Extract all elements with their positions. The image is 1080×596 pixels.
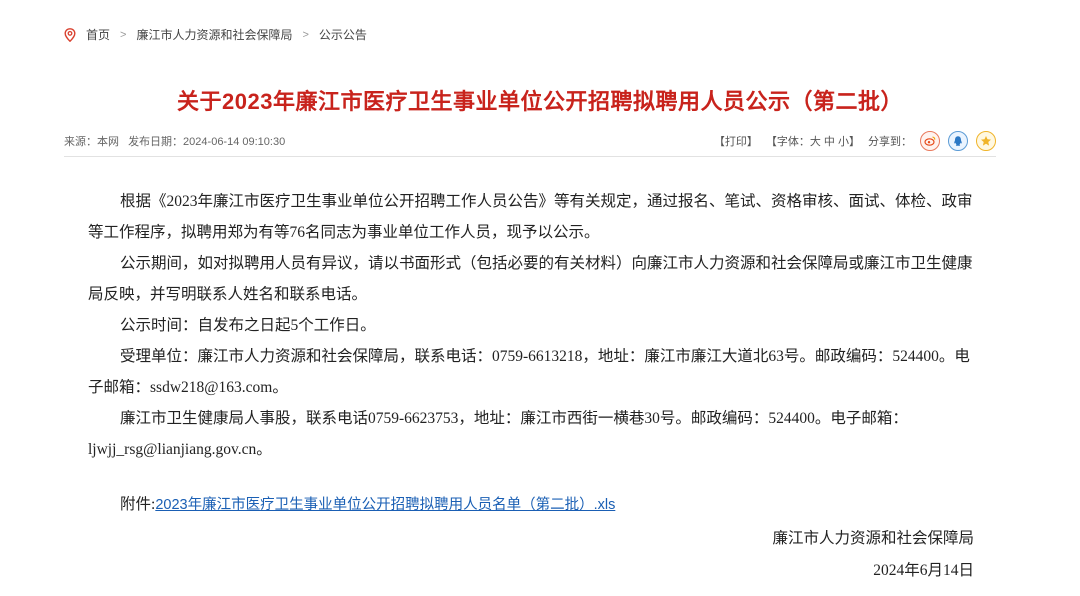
breadcrumb-bureau-link[interactable]: 廉江市人力资源和社会保障局 (136, 26, 292, 43)
signature-date: 2024年6月14日 (873, 562, 974, 579)
qq-icon[interactable] (948, 131, 968, 151)
attachment-label: 附件: (120, 496, 156, 513)
print-button[interactable]: 【打印】 (714, 133, 758, 149)
share-label: 分享到： (868, 136, 912, 148)
article-date: 发布日期：2024-06-14 09:10:30 (128, 136, 286, 148)
breadcrumb-notice-link[interactable]: 公示公告 (319, 26, 367, 43)
article-tools: 【打印】 【字体：大 中 小】 分享到： (706, 131, 996, 151)
article-meta-info: 来源：本网 发布日期：2024-06-14 09:10:30 (64, 133, 291, 149)
weibo-icon[interactable] (920, 131, 940, 151)
location-pin-icon (64, 27, 76, 42)
attachment-line: 附件:2023年廉江市医疗卫生事业单位公开招聘拟聘用人员名单（第二批）.xls (88, 489, 978, 521)
font-size-control[interactable]: 【字体：大 中 小】 (766, 133, 860, 149)
article-paragraph: 廉江市卫生健康局人事股，联系电话0759-6623753，地址：廉江市西街一横巷… (88, 410, 908, 458)
breadcrumb-separator-icon: > (302, 28, 309, 41)
favorite-icon[interactable] (976, 131, 996, 151)
attachment-link[interactable]: 2023年廉江市医疗卫生事业单位公开招聘拟聘用人员名单（第二批）.xls (155, 497, 615, 513)
article-paragraph: 公示时间：自发布之日起5个工作日。 (120, 317, 376, 334)
article-paragraph: 受理单位：廉江市人力资源和社会保障局，联系电话：0759-6613218，地址：… (88, 348, 970, 396)
article-meta-bar: 来源：本网 发布日期：2024-06-14 09:10:30 【打印】 【字体：… (64, 126, 996, 157)
breadcrumb-separator-icon: > (120, 28, 127, 41)
breadcrumb-home-link[interactable]: 首页 (86, 26, 110, 43)
article-body: 根据《2023年廉江市医疗卫生事业单位公开招聘工作人员公告》等有关规定，通过报名… (88, 186, 978, 521)
article-paragraph: 根据《2023年廉江市医疗卫生事业单位公开招聘工作人员公告》等有关规定，通过报名… (88, 193, 973, 241)
page-title: 关于2023年廉江市医疗卫生事业单位公开招聘拟聘用人员公示（第二批） (177, 89, 903, 114)
article-source: 来源：本网 (64, 136, 119, 148)
breadcrumb: 首页 > 廉江市人力资源和社会保障局 > 公示公告 (64, 26, 367, 43)
signature-org: 廉江市人力资源和社会保障局 (772, 530, 974, 547)
article-paragraph: 公示期间，如对拟聘用人员有异议，请以书面形式（包括必要的有关材料）向廉江市人力资… (88, 255, 973, 303)
